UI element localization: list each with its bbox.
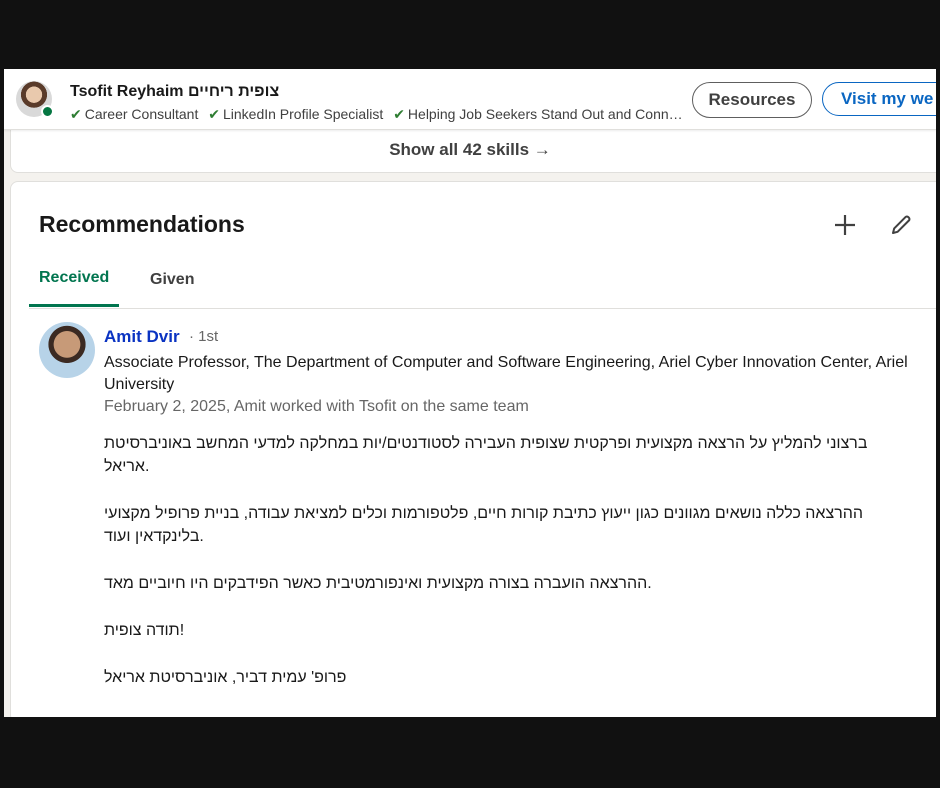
resources-button[interactable]: Resources	[692, 82, 812, 118]
checkmark-icon: ✔	[393, 106, 405, 122]
profile-viewport: Tsofit Reyhaim צופית ריחיים ✔ Career Cons…	[4, 69, 936, 717]
recommendation-text: ברצוני להמליץ על הרצאה מקצועית ופרקטית ש…	[104, 432, 914, 713]
edit-recommendations-button[interactable]	[883, 207, 919, 243]
headline-item: Helping Job Seekers Stand Out and Connec…	[407, 106, 690, 122]
recommendations-tabs: Received Given	[29, 252, 936, 309]
recommendation-paragraph: ההרצאה כללה נושאים מגוונים כגון ייעוץ כת…	[104, 505, 864, 545]
checkmark-icon: ✔	[70, 106, 82, 122]
headline-item: Career Consultant	[84, 106, 199, 122]
recommendation-paragraph: פרופ' עמית דביר, אוניברסיטת אריאל	[104, 669, 347, 686]
add-recommendation-button[interactable]	[827, 207, 863, 243]
profile-avatar[interactable]	[16, 81, 54, 118]
recommender-name[interactable]: Amit Dvir	[104, 327, 180, 347]
recommendation-paragraph: ברצוני להמליץ על הרצאה מקצועית ופרקטית ש…	[104, 435, 868, 475]
show-all-skills-link[interactable]: Show all 42 skills →	[4, 140, 936, 160]
tab-given[interactable]: Given	[150, 252, 194, 307]
recommender-avatar[interactable]	[39, 322, 95, 378]
recommendation-paragraph: ההרצאה הועברה בצורה מקצועית ואינפורמטיבי…	[104, 575, 652, 592]
recommendation-date: February 2, 2025, Amit worked with Tsofi…	[104, 398, 529, 415]
recommendations-title: Recommendations	[39, 211, 245, 237]
headline-item: LinkedIn Profile Specialist	[222, 106, 384, 122]
profile-name: Tsofit Reyhaim צופית ריחיים	[70, 83, 280, 100]
recommendations-card: Recommendations Received Given Amit Dvir…	[10, 181, 936, 717]
sticky-profile-header: Tsofit Reyhaim צופית ריחיים ✔ Career Cons…	[4, 69, 936, 130]
tab-received[interactable]: Received	[29, 252, 120, 307]
profile-headline: ✔ Career Consultant ✔ LinkedIn Profile Spe…	[70, 106, 690, 123]
online-status-dot	[41, 105, 54, 118]
pencil-icon	[892, 215, 911, 234]
recommender-role: Associate Professor, The Department of C…	[104, 354, 908, 393]
checkmark-icon: ✔	[208, 106, 220, 122]
plus-icon	[835, 215, 855, 235]
visit-website-button[interactable]: Visit my we	[822, 82, 936, 116]
recommendation-paragraph: תודה צופית!	[104, 622, 185, 639]
connection-degree: · 1st	[189, 328, 219, 345]
